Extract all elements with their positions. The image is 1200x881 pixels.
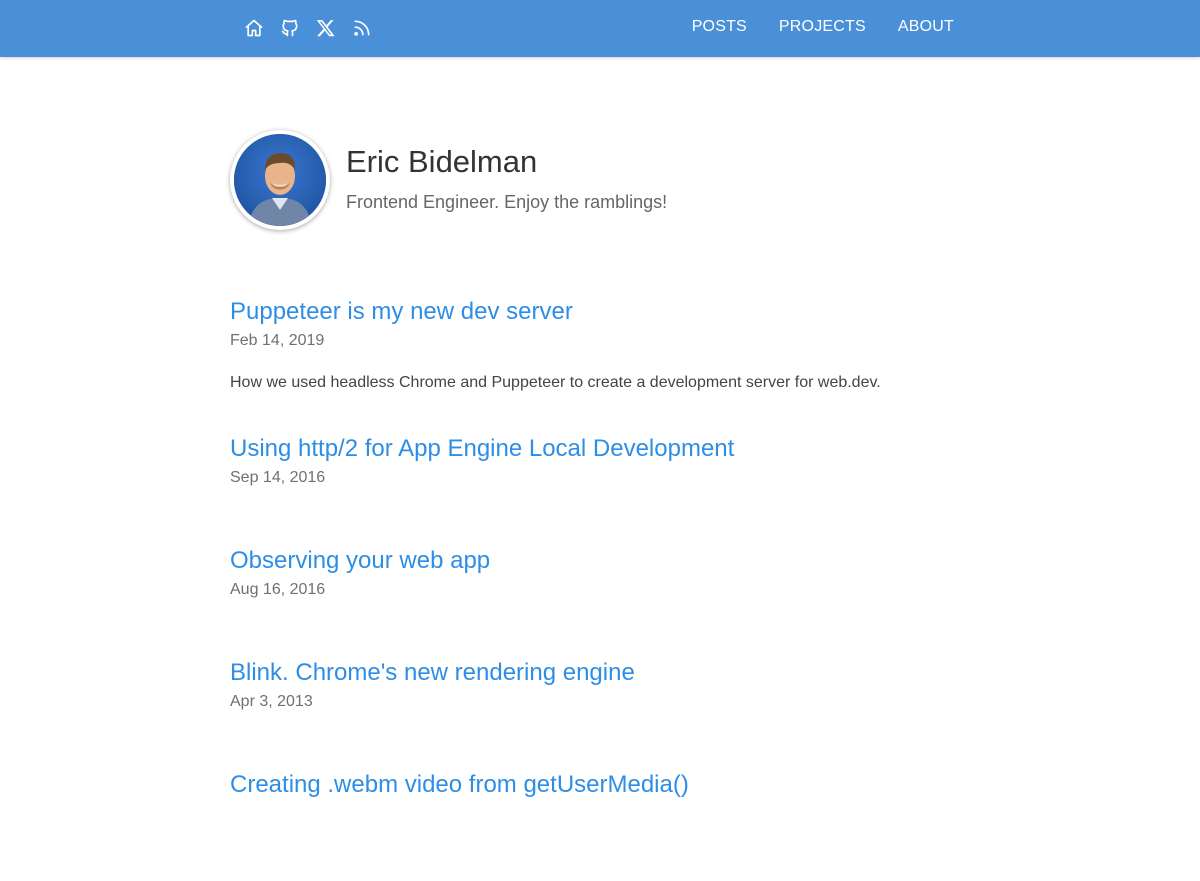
post-title-link[interactable]: Creating .webm video from getUserMedia() [230,769,990,801]
post-list: Puppeteer is my new dev server Feb 14, 2… [230,296,990,881]
post-title-link[interactable]: Using http/2 for App Engine Local Develo… [230,433,990,465]
post-summary: How we used headless Chrome and Puppetee… [230,374,881,391]
post-date: Apr 3, 2013 [230,693,313,710]
nav-projects[interactable]: PROJECTS [779,18,866,36]
post-item: Puppeteer is my new dev server Feb 14, 2… [230,296,990,433]
home-icon[interactable] [244,18,264,38]
x-twitter-icon[interactable] [316,18,336,38]
post-item: Creating .webm video from getUserMedia() [230,769,990,881]
author-name: Eric Bidelman [346,143,538,179]
post-date: Sep 14, 2016 [230,469,326,486]
nav-about[interactable]: ABOUT [898,18,954,36]
avatar [230,130,330,230]
post-item: Blink. Chrome's new rendering engine Apr… [230,657,990,769]
github-icon[interactable] [280,18,300,38]
post-item: Using http/2 for App Engine Local Develo… [230,433,990,545]
post-title-link[interactable]: Puppeteer is my new dev server [230,296,990,328]
main-nav: POSTS PROJECTS ABOUT [692,0,954,57]
post-date: Aug 16, 2016 [230,581,326,598]
nav-posts[interactable]: POSTS [692,18,747,36]
social-icons [244,18,372,38]
post-title-link[interactable]: Observing your web app [230,545,990,577]
post-item: Observing your web app Aug 16, 2016 [230,545,990,657]
top-bar: POSTS PROJECTS ABOUT [0,0,1200,57]
profile-text: Eric Bidelman Frontend Engineer. Enjoy t… [346,144,667,213]
author-tagline: Frontend Engineer. Enjoy the ramblings! [346,191,668,212]
post-date: Feb 14, 2019 [230,332,325,349]
rss-icon[interactable] [352,18,372,38]
post-title-link[interactable]: Blink. Chrome's new rendering engine [230,657,990,689]
profile-header: Eric Bidelman Frontend Engineer. Enjoy t… [230,130,667,230]
